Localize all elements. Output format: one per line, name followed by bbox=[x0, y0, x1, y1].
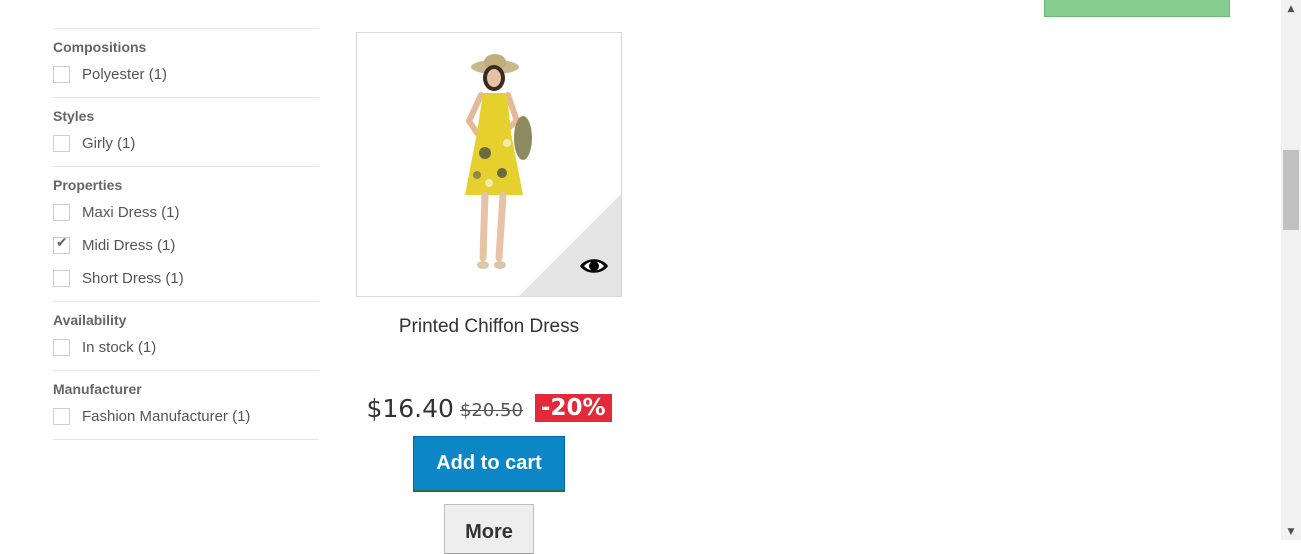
vertical-scrollbar[interactable]: ▲ ▼ bbox=[1281, 0, 1301, 540]
filter-option-label: In stock (1) bbox=[82, 338, 157, 356]
filter-sidebar: Compositions Polyester (1) Styles Girly … bbox=[53, 28, 319, 450]
discount-badge: -20% bbox=[534, 394, 612, 422]
facet-divider bbox=[53, 439, 319, 450]
filter-option-label: Short Dress (1) bbox=[82, 269, 184, 287]
checkbox[interactable] bbox=[53, 338, 70, 356]
checkbox[interactable] bbox=[53, 203, 70, 221]
old-price: $20.50 bbox=[459, 399, 523, 421]
filter-option-label: Girly (1) bbox=[82, 134, 136, 152]
checkbox[interactable] bbox=[53, 65, 70, 83]
filter-option-label: Midi Dress (1) bbox=[82, 236, 176, 254]
checkbox[interactable] bbox=[53, 269, 70, 287]
current-price: $16.40 bbox=[366, 393, 454, 423]
price-row: $16.40 $20.50 -20% bbox=[356, 391, 622, 425]
facet-properties: Properties Maxi Dress (1) Midi Dress (1)… bbox=[53, 166, 319, 288]
arrow-up-icon[interactable]: ▲ bbox=[1281, 0, 1301, 17]
facet-title: Styles bbox=[53, 108, 95, 124]
facet-title: Manufacturer bbox=[53, 381, 142, 397]
product-name[interactable]: Printed Chiffon Dress bbox=[356, 316, 622, 338]
filter-option-polyester[interactable]: Polyester (1) bbox=[53, 64, 319, 84]
add-to-cart-button[interactable]: Add to cart bbox=[413, 436, 565, 492]
filter-option-label: Maxi Dress (1) bbox=[82, 203, 180, 221]
facet-styles: Styles Girly (1) bbox=[53, 97, 319, 153]
filter-option-midi-dress[interactable]: Midi Dress (1) bbox=[53, 235, 319, 255]
checkbox-checked[interactable] bbox=[53, 235, 70, 254]
facet-compositions: Compositions Polyester (1) bbox=[53, 28, 319, 84]
facet-title: Compositions bbox=[53, 39, 147, 55]
filter-option-label: Polyester (1) bbox=[82, 65, 168, 83]
facet-manufacturer: Manufacturer Fashion Manufacturer (1) bbox=[53, 370, 319, 426]
filter-option-maxi-dress[interactable]: Maxi Dress (1) bbox=[53, 202, 319, 222]
filter-option-girly[interactable]: Girly (1) bbox=[53, 133, 319, 153]
quick-view-corner[interactable] bbox=[519, 194, 621, 296]
facet-availability: Availability In stock (1) bbox=[53, 301, 319, 357]
more-button[interactable]: More bbox=[444, 504, 534, 554]
eye-icon[interactable] bbox=[579, 256, 609, 276]
filter-option-fashion-manufacturer[interactable]: Fashion Manufacturer (1) bbox=[53, 406, 319, 426]
scrollbar-thumb[interactable] bbox=[1283, 150, 1299, 230]
filter-option-short-dress[interactable]: Short Dress (1) bbox=[53, 268, 319, 288]
product-thumbnail[interactable] bbox=[356, 32, 622, 297]
checkbox[interactable] bbox=[53, 134, 70, 152]
top-action-button[interactable] bbox=[1044, 0, 1230, 17]
filter-option-in-stock[interactable]: In stock (1) bbox=[53, 337, 319, 357]
facet-title: Availability bbox=[53, 312, 127, 328]
checkbox[interactable] bbox=[53, 407, 70, 425]
facet-title: Properties bbox=[53, 177, 123, 193]
arrow-down-icon[interactable]: ▼ bbox=[1281, 523, 1301, 540]
filter-option-label: Fashion Manufacturer (1) bbox=[82, 407, 251, 425]
